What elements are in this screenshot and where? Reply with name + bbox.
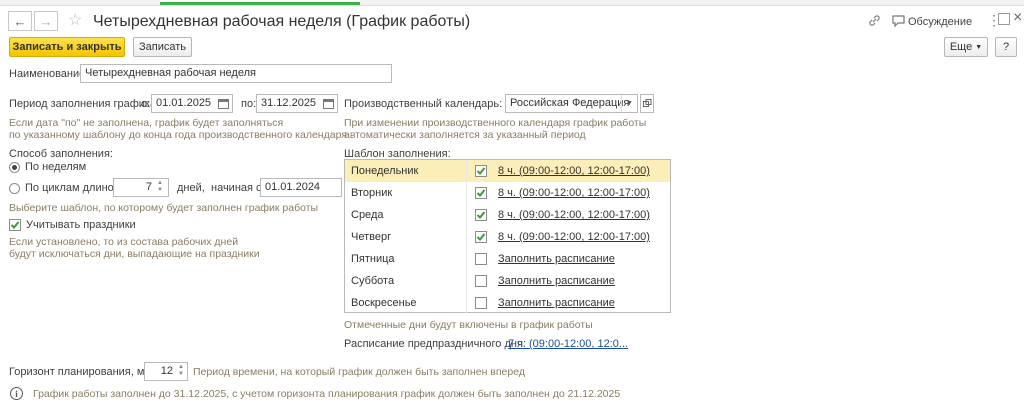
- marked-days-hint: Отмеченные дни будут включены в график р…: [344, 319, 593, 331]
- stepper-icon[interactable]: ▲ ▼: [157, 180, 163, 194]
- method-cycles-radio[interactable]: По циклам длиной: [9, 182, 120, 194]
- period-from-value: 01.01.2025: [156, 97, 212, 109]
- info-text: График работы заполнен до 31.12.2025, с …: [33, 388, 621, 400]
- open-icon: [642, 99, 651, 107]
- holidays-hint-line2: будут исключаться дни, выпадающие на пра…: [9, 248, 260, 260]
- name-label: Наименование:: [9, 68, 89, 80]
- cycle-start-value: 01.01.2024: [265, 181, 321, 193]
- day-label: Пятница: [351, 253, 395, 265]
- horizon-label: Горизонт планирования, мес.:: [9, 366, 163, 378]
- tab-strip: [0, 0, 1024, 6]
- forward-button[interactable]: →: [34, 11, 58, 31]
- info-icon: i: [10, 387, 23, 400]
- calendar-select[interactable]: Российская Федерация: [505, 94, 638, 113]
- period-hint-line2: по указанному шаблону до конца года прои…: [9, 129, 347, 141]
- cycle-start-label: начиная с:: [211, 182, 265, 194]
- day-checkbox[interactable]: [475, 297, 487, 309]
- cycle-start-input[interactable]: 01.01.2024: [260, 178, 342, 197]
- save-button[interactable]: Записать: [133, 37, 192, 57]
- help-button[interactable]: ?: [995, 37, 1017, 57]
- day-label: Суббота: [351, 275, 395, 287]
- day-schedule-link[interactable]: 8 ч. (09:00-12:00, 12:00-17:00): [498, 209, 650, 221]
- schedule-row[interactable]: Понедельник 8 ч. (09:00-12:00, 12:00-17:…: [345, 160, 670, 182]
- day-checkbox[interactable]: [475, 253, 487, 265]
- method-weeks-label: По неделям: [25, 161, 87, 173]
- preholiday-schedule-link[interactable]: 7 ч. (09:00-12:00, 12:0...: [508, 338, 628, 350]
- close-icon[interactable]: ×: [1013, 9, 1022, 27]
- day-checkbox[interactable]: [475, 275, 487, 287]
- cycle-days-label: дней,: [177, 182, 205, 194]
- day-label: Воскресенье: [351, 297, 417, 309]
- link-icon[interactable]: [868, 14, 881, 30]
- fill-schedule-link[interactable]: Заполнить расписание: [498, 253, 615, 265]
- radio-selected-icon: [9, 161, 20, 173]
- holidays-checkbox[interactable]: Учитывать праздники: [9, 219, 136, 231]
- save-and-close-button[interactable]: Записать и закрыть: [9, 37, 125, 57]
- schedule-row[interactable]: Вторник 8 ч. (09:00-12:00, 12:00-17:00): [345, 182, 670, 204]
- discussion-button[interactable]: Обсуждение: [908, 16, 972, 28]
- method-weeks-radio[interactable]: По неделям: [9, 161, 86, 173]
- arrow-left-icon: ←: [13, 13, 27, 29]
- schedule-row[interactable]: Воскресенье Заполнить расписание: [345, 292, 670, 314]
- checkmark-icon: [476, 233, 486, 241]
- day-label: Вторник: [351, 187, 393, 199]
- radio-unselected-icon: [9, 182, 20, 194]
- name-input[interactable]: Четырехдневная рабочая неделя: [80, 64, 392, 83]
- period-to-label: по:: [241, 98, 257, 110]
- day-checkbox[interactable]: [475, 187, 487, 199]
- day-label: Понедельник: [351, 165, 419, 177]
- method-label: Способ заполнения:: [9, 148, 113, 160]
- schedule-row[interactable]: Четверг 8 ч. (09:00-12:00, 12:00-17:00): [345, 226, 670, 248]
- more-label: Еще: [949, 41, 973, 53]
- checkmark-icon: [476, 211, 486, 219]
- active-tab-indicator[interactable]: [160, 0, 360, 5]
- checkmark-icon: [476, 167, 486, 175]
- day-checkbox[interactable]: [475, 231, 487, 243]
- day-label: Среда: [351, 209, 384, 221]
- horizon-value: 12: [160, 365, 173, 377]
- horizon-hint: Период времени, на который график должен…: [193, 366, 525, 378]
- cycle-length-value: 7: [145, 181, 152, 193]
- open-calendar-button[interactable]: [640, 94, 654, 113]
- calendar-label: Производственный календарь:: [344, 98, 503, 110]
- fill-schedule-link[interactable]: Заполнить расписание: [498, 297, 615, 309]
- stepper-icon[interactable]: ▲ ▼: [178, 364, 184, 378]
- holidays-label: Учитывать праздники: [26, 219, 136, 231]
- checkmark-icon: [9, 219, 21, 231]
- calendar-icon[interactable]: [321, 95, 335, 112]
- period-from-label: с:: [141, 98, 150, 110]
- page-title: Четырехдневная рабочая неделя (График ра…: [93, 13, 471, 30]
- calendar-hint-line2: автоматически заполняется за указанный п…: [344, 129, 586, 141]
- period-to-value: 31.12.2025: [261, 97, 317, 109]
- schedule-row[interactable]: Пятница Заполнить расписание: [345, 248, 670, 270]
- star-icon[interactable]: ☆: [68, 10, 82, 30]
- maximize-icon[interactable]: [998, 13, 1010, 25]
- calendar-icon[interactable]: [216, 95, 230, 112]
- arrow-right-icon: →: [39, 13, 53, 29]
- method-cycles-label: По циклам длиной: [25, 182, 120, 194]
- schedule-row[interactable]: Среда 8 ч. (09:00-12:00, 12:00-17:00): [345, 204, 670, 226]
- day-schedule-link[interactable]: 8 ч. (09:00-12:00, 12:00-17:00): [498, 187, 650, 199]
- day-checkbox[interactable]: [475, 165, 487, 177]
- template-hint: Выберите шаблон, по которому будет запол…: [9, 202, 319, 214]
- day-schedule-link[interactable]: 8 ч. (09:00-12:00, 12:00-17:00): [498, 231, 650, 243]
- calendar-value: Российская Федерация: [510, 97, 630, 109]
- back-button[interactable]: ←: [8, 11, 32, 31]
- schedule-table: Понедельник 8 ч. (09:00-12:00, 12:00-17:…: [344, 159, 671, 314]
- more-menu-button[interactable]: Еще ▼: [944, 37, 988, 57]
- preholiday-label: Расписание предпраздничного дня:: [344, 338, 526, 350]
- checkmark-icon: [476, 189, 486, 197]
- dropdown-arrow-icon: ▼: [975, 43, 983, 51]
- day-checkbox[interactable]: [475, 209, 487, 221]
- day-schedule-link[interactable]: 8 ч. (09:00-12:00, 12:00-17:00): [498, 165, 650, 177]
- fill-schedule-link[interactable]: Заполнить расписание: [498, 275, 615, 287]
- dropdown-arrow-icon[interactable]: ▼: [621, 95, 637, 112]
- period-label: Период заполнения графика: [9, 98, 157, 110]
- day-label: Четверг: [351, 231, 392, 243]
- discussion-icon: [892, 15, 905, 30]
- schedule-row[interactable]: Суббота Заполнить расписание: [345, 270, 670, 292]
